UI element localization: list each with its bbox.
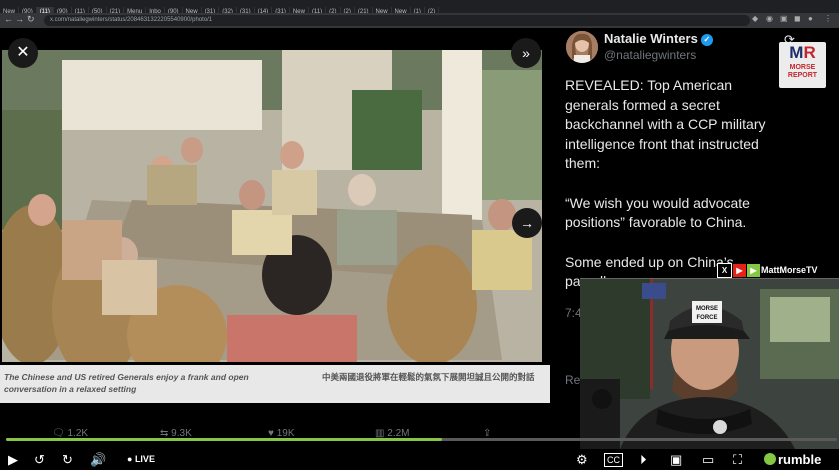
- meeting-photo-illustration: [2, 50, 542, 362]
- streamer-video: MORSE FORCE: [580, 279, 839, 449]
- author-handle[interactable]: @nataliegwinters: [604, 48, 696, 62]
- next-photo-button[interactable]: →: [512, 208, 542, 238]
- webcam-overlay: MORSE FORCE: [580, 278, 839, 449]
- captions-icon[interactable]: CC: [604, 453, 623, 467]
- x-icon: X: [717, 263, 732, 278]
- extension-icon[interactable]: ●: [808, 14, 813, 23]
- video-controls: ▶ ↺ ↻ 🔊 ● LIVE ⚙ CC ⏵ ▣ ▭ ⛶ rumble: [0, 450, 839, 470]
- repost-label-partial: Re: [565, 373, 581, 387]
- collapse-sidebar-button[interactable]: »: [511, 38, 541, 68]
- tweet-paragraph: “We wish you would advocate positions” f…: [565, 194, 750, 231]
- caption-chinese: 中美兩國退役將軍在輕鬆的氣氛下展開坦誠且公開的對話: [322, 372, 535, 382]
- photo-caption: The Chinese and US retired Generals enjo…: [0, 365, 550, 403]
- avatar[interactable]: [566, 31, 598, 63]
- play-icon[interactable]: ▶: [8, 452, 18, 468]
- extension-icon[interactable]: ▣: [780, 14, 788, 23]
- social-handle-bar: X ▶ ▶ MattMorseTV: [717, 263, 839, 278]
- settings-gear-icon[interactable]: ⚙: [576, 452, 588, 468]
- verified-badge-icon: ✓: [700, 34, 713, 46]
- rumble-icon: ▶: [747, 264, 760, 277]
- live-indicator: ● LIVE: [127, 454, 155, 464]
- picture-in-picture-icon[interactable]: ▣: [670, 452, 682, 468]
- video-progress-bar[interactable]: [6, 438, 837, 441]
- live-label: LIVE: [134, 454, 155, 464]
- rumble-logo[interactable]: rumble: [764, 452, 821, 467]
- cap-text-1: MORSE: [696, 306, 718, 312]
- fullscreen-icon[interactable]: ⛶: [733, 452, 742, 468]
- theater-mode-icon[interactable]: ▭: [702, 452, 714, 468]
- post-photo[interactable]: [2, 50, 542, 362]
- extension-icon[interactable]: ◆: [752, 14, 758, 23]
- youtube-icon: ▶: [733, 264, 746, 277]
- video-progress-fill: [6, 438, 443, 441]
- address-bar[interactable]: x.com/nataliegwinters/status/20846313222…: [44, 15, 750, 26]
- caption-english: The Chinese and US retired Generals enjo…: [4, 372, 249, 394]
- morse-report-logo: MR MORSE REPORT: [779, 42, 826, 88]
- browser-tab-strip: New (90) (11) (90) (11) (50) (21) Menu Inbo (90) N…: [0, 0, 839, 13]
- rumble-logo-icon: [764, 453, 776, 465]
- tweet-paragraph: REVEALED: Top American generals formed a…: [565, 77, 766, 171]
- forward-skip-icon[interactable]: ↻: [62, 452, 73, 468]
- cap-text-2: FORCE: [697, 315, 718, 321]
- browser-toolbar: ← → ↻ x.com/nataliegwinters/status/20846…: [0, 13, 839, 28]
- social-handle: MattMorseTV: [761, 265, 818, 275]
- rewind-icon[interactable]: ↺: [34, 452, 45, 468]
- play-circle-icon[interactable]: ⏵: [640, 452, 647, 468]
- reload-icon[interactable]: ↻: [27, 14, 35, 25]
- logo-mark: MR: [789, 43, 816, 62]
- browser-menu-icon[interactable]: ⋮: [824, 14, 832, 23]
- back-icon[interactable]: ←: [4, 14, 13, 24]
- logo-text-1: MORSE: [789, 64, 816, 71]
- extension-icon[interactable]: ◼: [794, 14, 801, 23]
- author-name-text: Natalie Winters: [604, 31, 698, 46]
- rumble-logo-text: rumble: [778, 452, 822, 467]
- extension-icon[interactable]: ◉: [766, 14, 773, 23]
- author-name[interactable]: Natalie Winters ✓: [604, 31, 713, 46]
- volume-icon[interactable]: 🔊: [90, 452, 106, 468]
- forward-icon[interactable]: →: [15, 14, 24, 24]
- close-button[interactable]: ✕: [8, 38, 38, 68]
- avatar-image: [566, 31, 598, 63]
- logo-text-2: REPORT: [787, 72, 818, 79]
